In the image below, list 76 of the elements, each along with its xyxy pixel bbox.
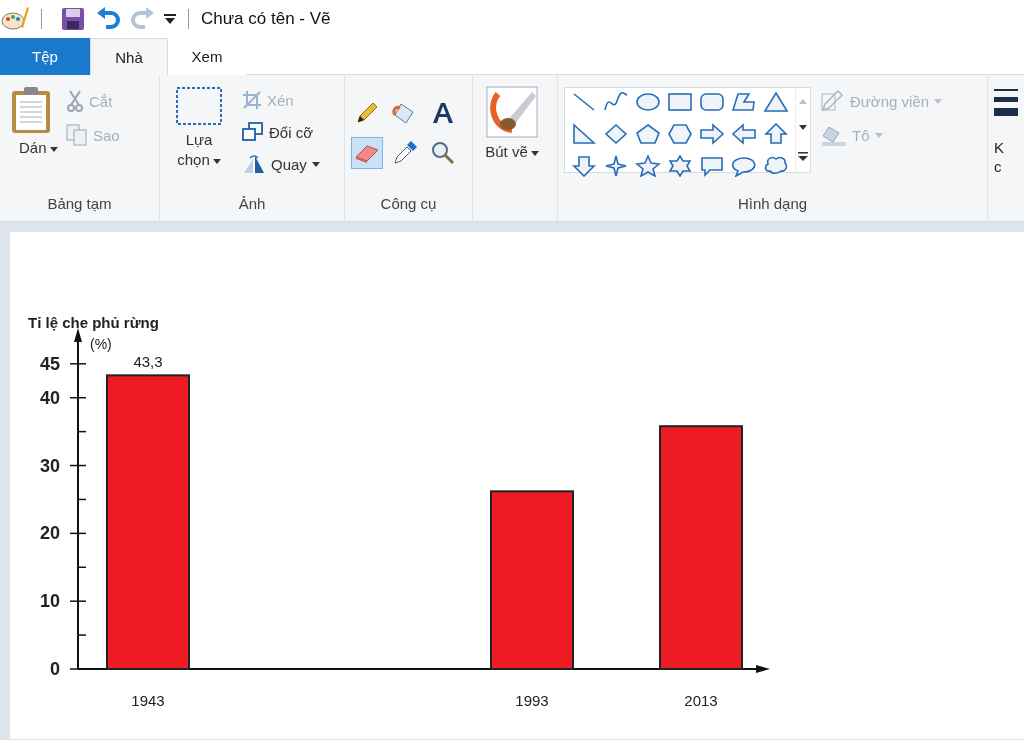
eraser-icon bbox=[354, 142, 380, 164]
six-point-star-shape-icon[interactable] bbox=[667, 155, 693, 177]
up-arrow-shape-icon[interactable] bbox=[763, 123, 789, 145]
outline-icon bbox=[821, 90, 845, 112]
caret-icon bbox=[530, 150, 539, 156]
star-shape-icon[interactable] bbox=[635, 155, 661, 177]
rounded-rectangle-shape-icon[interactable] bbox=[699, 91, 725, 113]
caret-icon bbox=[49, 146, 58, 152]
clipboard-icon bbox=[11, 86, 51, 134]
rectangle-shape-icon[interactable] bbox=[667, 91, 693, 113]
tick-label: 10 bbox=[39, 591, 60, 612]
expand-gallery-icon[interactable] bbox=[798, 152, 808, 162]
left-arrow-shape-icon[interactable] bbox=[731, 123, 757, 145]
category-label: 1943 bbox=[131, 692, 165, 709]
tick-label: 45 bbox=[39, 353, 60, 374]
tick-label: 0 bbox=[50, 659, 60, 679]
eraser-tool[interactable] bbox=[351, 137, 383, 169]
rotate-button[interactable]: Quay bbox=[238, 151, 324, 177]
paste-button[interactable]: Dán bbox=[6, 83, 56, 195]
selection-icon bbox=[175, 86, 223, 126]
hexagon-shape-icon[interactable] bbox=[667, 123, 693, 145]
customize-icon[interactable] bbox=[164, 14, 176, 24]
line-shape-icon[interactable] bbox=[571, 91, 597, 113]
text-icon bbox=[431, 101, 455, 125]
group-label: Ảnh bbox=[237, 195, 267, 214]
diamond-shape-icon[interactable] bbox=[603, 123, 629, 145]
color-picker-icon bbox=[393, 141, 417, 165]
category-label: 2013 bbox=[684, 692, 718, 709]
down-arrow-shape-icon[interactable] bbox=[571, 155, 597, 177]
scissors-icon bbox=[66, 90, 84, 112]
tick-label: 20 bbox=[39, 523, 60, 544]
triangle-shape-icon[interactable] bbox=[763, 91, 789, 113]
group-label: Hình dạng bbox=[736, 195, 809, 214]
file-menu-tab[interactable]: Tệp bbox=[0, 38, 90, 75]
save-icon[interactable] bbox=[61, 7, 85, 31]
rotate-icon bbox=[242, 154, 266, 174]
curve-shape-icon[interactable] bbox=[603, 91, 629, 113]
select-button[interactable]: Lựa chọn bbox=[166, 83, 232, 195]
pencil-icon bbox=[355, 101, 379, 125]
tick-label: 40 bbox=[39, 387, 60, 408]
cloud-callout-shape-icon[interactable] bbox=[763, 155, 789, 177]
oval-shape-icon[interactable] bbox=[635, 91, 661, 113]
group-label: Công cụ bbox=[379, 195, 438, 214]
magnifier-icon bbox=[431, 141, 455, 165]
axis-title: Tỉ lệ che phủ rừng bbox=[28, 314, 159, 331]
pentagon-shape-icon[interactable] bbox=[635, 123, 661, 145]
four-point-star-shape-icon[interactable] bbox=[603, 155, 629, 177]
polygon-shape-icon[interactable] bbox=[731, 91, 757, 113]
window-title: Chưa có tên - Vẽ bbox=[201, 9, 331, 29]
caret-icon bbox=[311, 161, 320, 167]
speech-bubble-shape-icon[interactable] bbox=[699, 155, 725, 177]
cut-off-label: K bbox=[994, 139, 1005, 156]
palette-icon[interactable] bbox=[1, 5, 29, 33]
brushes-button[interactable]: Bút vẽ bbox=[479, 83, 545, 195]
resize-icon bbox=[242, 122, 264, 142]
value-label: 43,3 bbox=[133, 353, 163, 371]
scroll-down-icon[interactable] bbox=[799, 125, 807, 131]
crop-icon bbox=[242, 90, 262, 110]
brush-icon bbox=[486, 86, 538, 138]
axis-unit: (%) bbox=[90, 336, 112, 352]
cut-off-label: c bbox=[994, 158, 1003, 175]
resize-button[interactable]: Đổi cỡ bbox=[238, 119, 324, 145]
right-arrow-shape-icon[interactable] bbox=[699, 123, 725, 145]
caret-icon bbox=[212, 158, 221, 164]
ribbon-tab[interactable]: Nhà bbox=[90, 38, 168, 75]
oval-callout-shape-icon[interactable] bbox=[731, 155, 757, 177]
tick-label: 30 bbox=[39, 455, 60, 476]
undo-icon[interactable] bbox=[96, 7, 120, 31]
category-label: 1993 bbox=[515, 692, 549, 709]
caret-icon bbox=[874, 132, 883, 138]
fill-icon bbox=[821, 124, 847, 146]
copy-icon bbox=[66, 124, 88, 146]
right-triangle-shape-icon[interactable] bbox=[571, 123, 597, 145]
line-width-icon[interactable] bbox=[994, 87, 1018, 119]
caret-icon bbox=[934, 98, 943, 104]
group-label: Bảng tạm bbox=[46, 195, 113, 214]
